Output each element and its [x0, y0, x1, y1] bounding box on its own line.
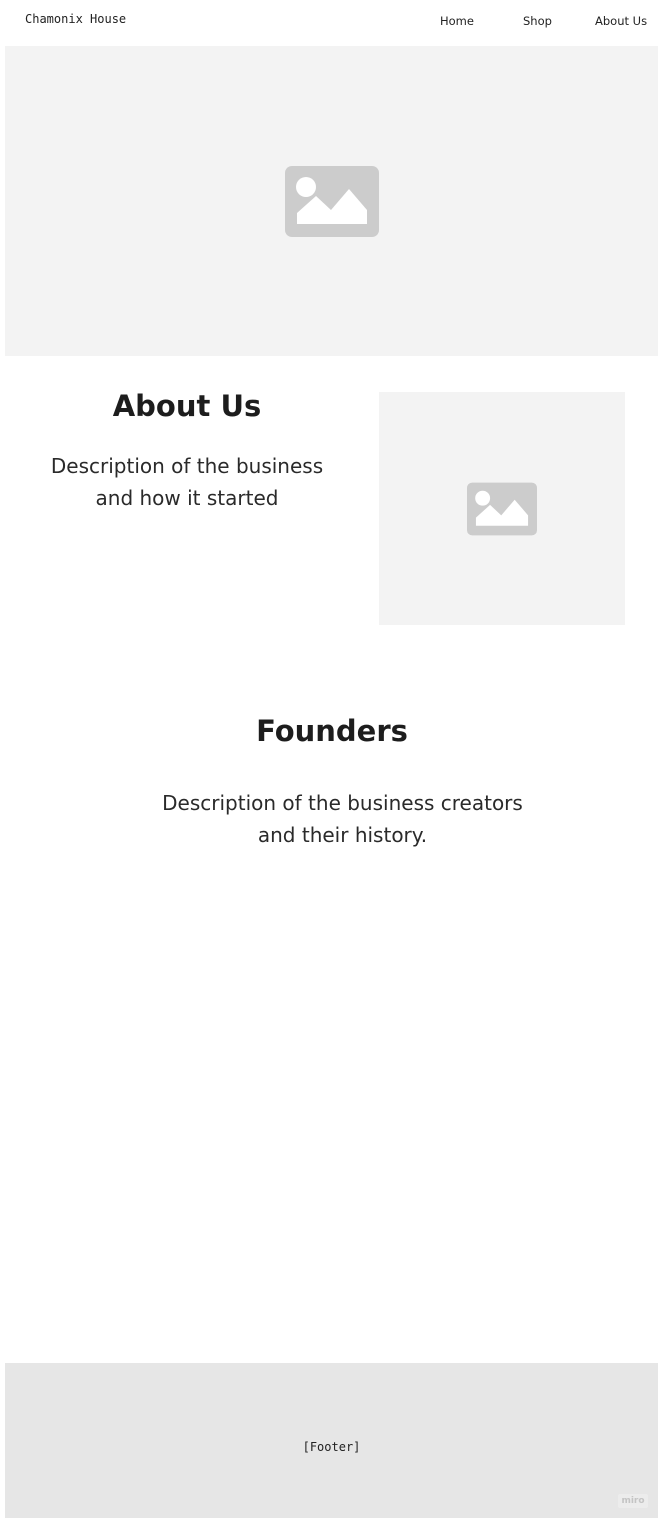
brand-name[interactable]: Chamonix House [25, 12, 126, 26]
nav-about-us-link[interactable]: About Us [595, 14, 647, 28]
about-us-heading: About Us [112, 389, 262, 423]
founders-description: Description of the business creators and… [130, 787, 555, 851]
about-description-line-2: and how it started [95, 486, 279, 510]
about-us-description: Description of the business and how it s… [20, 450, 354, 514]
nav-home-link[interactable]: Home [440, 14, 474, 28]
image-placeholder-icon [284, 165, 379, 237]
nav-shop-link[interactable]: Shop [523, 14, 552, 28]
founders-description-line-2: and their history. [257, 823, 428, 847]
hero-image-placeholder [5, 46, 658, 356]
miro-badge[interactable]: miro [618, 1494, 648, 1508]
footer-label: [Footer] [302, 1440, 361, 1454]
image-placeholder-icon [467, 482, 537, 535]
page: Chamonix House Home Shop About Us About … [0, 0, 658, 1518]
about-image-placeholder [379, 392, 625, 625]
about-description-line-1: Description of the business [50, 454, 324, 478]
footer: [Footer] miro [5, 1363, 658, 1518]
founders-description-line-1: Description of the business creators [162, 791, 523, 815]
founders-heading: Founders [256, 714, 408, 748]
